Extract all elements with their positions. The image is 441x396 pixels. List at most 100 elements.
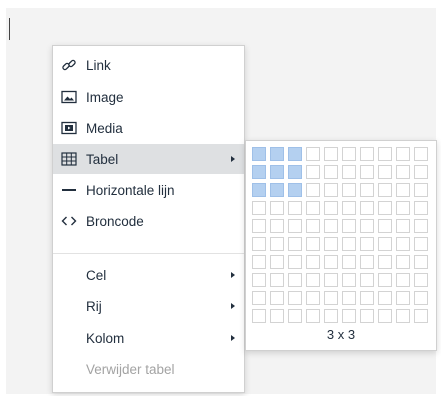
table-grid-cell[interactable] <box>288 273 302 287</box>
table-grid-cell[interactable] <box>306 255 320 269</box>
table-grid-cell[interactable] <box>378 165 392 179</box>
table-grid-cell[interactable] <box>414 183 428 197</box>
table-grid-cell[interactable] <box>252 201 266 215</box>
table-grid-cell[interactable] <box>360 291 374 305</box>
table-grid-cell[interactable] <box>306 219 320 233</box>
table-grid-cell[interactable] <box>414 165 428 179</box>
table-grid-cell[interactable] <box>342 291 356 305</box>
table-grid-cell[interactable] <box>270 147 284 161</box>
table-grid-cell[interactable] <box>306 147 320 161</box>
table-grid-cell[interactable] <box>324 309 338 323</box>
table-grid-cell[interactable] <box>342 147 356 161</box>
table-grid-cell[interactable] <box>360 255 374 269</box>
table-grid-cell[interactable] <box>324 219 338 233</box>
table-grid-cell[interactable] <box>288 219 302 233</box>
table-grid-cell[interactable] <box>324 183 338 197</box>
table-grid-cell[interactable] <box>378 309 392 323</box>
table-grid-cell[interactable] <box>396 165 410 179</box>
table-grid-cell[interactable] <box>288 237 302 251</box>
table-grid-cell[interactable] <box>324 291 338 305</box>
menu-item-table[interactable]: Tabel <box>53 144 244 174</box>
table-grid-cell[interactable] <box>324 165 338 179</box>
table-grid-cell[interactable] <box>378 219 392 233</box>
table-grid-cell[interactable] <box>252 219 266 233</box>
table-grid-cell[interactable] <box>342 183 356 197</box>
table-grid-cell[interactable] <box>360 165 374 179</box>
table-grid-cell[interactable] <box>414 147 428 161</box>
menu-item-image[interactable]: Image <box>53 82 244 112</box>
menu-item-media[interactable]: Media <box>53 113 244 143</box>
table-grid-cell[interactable] <box>360 309 374 323</box>
table-grid-cell[interactable] <box>288 291 302 305</box>
table-grid-cell[interactable] <box>270 201 284 215</box>
table-grid-cell[interactable] <box>252 291 266 305</box>
table-grid-cell[interactable] <box>396 237 410 251</box>
table-grid-cell[interactable] <box>414 291 428 305</box>
table-grid-cell[interactable] <box>378 147 392 161</box>
table-grid-cell[interactable] <box>324 201 338 215</box>
table-grid-cell[interactable] <box>360 273 374 287</box>
table-grid-cell[interactable] <box>396 273 410 287</box>
table-grid-cell[interactable] <box>396 219 410 233</box>
table-grid-cell[interactable] <box>342 309 356 323</box>
table-grid-cell[interactable] <box>378 291 392 305</box>
menu-item-column[interactable]: Kolom <box>53 323 244 353</box>
table-grid-cell[interactable] <box>396 309 410 323</box>
table-grid-cell[interactable] <box>270 165 284 179</box>
table-grid-cell[interactable] <box>360 147 374 161</box>
table-grid-cell[interactable] <box>252 309 266 323</box>
table-grid-cell[interactable] <box>270 309 284 323</box>
table-grid-cell[interactable] <box>306 237 320 251</box>
menu-item-row[interactable]: Rij <box>53 291 244 321</box>
table-grid-cell[interactable] <box>324 147 338 161</box>
table-grid-cell[interactable] <box>378 183 392 197</box>
table-grid-cell[interactable] <box>396 183 410 197</box>
table-grid-cell[interactable] <box>288 165 302 179</box>
table-grid-cell[interactable] <box>306 273 320 287</box>
table-grid-cell[interactable] <box>396 255 410 269</box>
table-grid-cell[interactable] <box>360 219 374 233</box>
table-grid-cell[interactable] <box>360 201 374 215</box>
table-grid-cell[interactable] <box>414 237 428 251</box>
table-grid-cell[interactable] <box>324 237 338 251</box>
table-grid-cell[interactable] <box>288 309 302 323</box>
table-grid-cell[interactable] <box>270 183 284 197</box>
table-grid-cell[interactable] <box>306 201 320 215</box>
table-grid-cell[interactable] <box>378 255 392 269</box>
menu-item-horizontal-line[interactable]: Horizontale lijn <box>53 175 244 205</box>
menu-item-source-code[interactable]: Broncode <box>53 206 244 236</box>
table-grid-cell[interactable] <box>360 237 374 251</box>
table-grid-cell[interactable] <box>414 273 428 287</box>
table-grid-cell[interactable] <box>324 255 338 269</box>
table-grid-cell[interactable] <box>288 183 302 197</box>
table-grid-cell[interactable] <box>342 237 356 251</box>
table-grid-cell[interactable] <box>342 273 356 287</box>
table-grid-cell[interactable] <box>414 309 428 323</box>
table-grid-cell[interactable] <box>378 201 392 215</box>
table-grid-cell[interactable] <box>288 147 302 161</box>
table-grid-cell[interactable] <box>252 183 266 197</box>
table-grid-cell[interactable] <box>306 291 320 305</box>
table-grid-cell[interactable] <box>396 147 410 161</box>
table-grid-cell[interactable] <box>414 201 428 215</box>
table-grid-cell[interactable] <box>270 291 284 305</box>
table-grid-cell[interactable] <box>306 183 320 197</box>
table-grid-cell[interactable] <box>252 273 266 287</box>
table-grid-cell[interactable] <box>270 237 284 251</box>
table-grid-cell[interactable] <box>342 165 356 179</box>
table-grid-cell[interactable] <box>414 255 428 269</box>
table-grid-cell[interactable] <box>342 219 356 233</box>
table-grid-cell[interactable] <box>306 309 320 323</box>
table-grid-cell[interactable] <box>270 255 284 269</box>
table-grid-cell[interactable] <box>252 237 266 251</box>
menu-item-cell[interactable]: Cel <box>53 260 244 290</box>
table-grid-cell[interactable] <box>270 219 284 233</box>
menu-item-link[interactable]: Link <box>53 50 244 80</box>
table-grid-cell[interactable] <box>270 273 284 287</box>
table-grid-cell[interactable] <box>252 165 266 179</box>
table-grid-cell[interactable] <box>252 147 266 161</box>
table-grid-cell[interactable] <box>378 273 392 287</box>
table-grid-cell[interactable] <box>342 201 356 215</box>
table-grid-cell[interactable] <box>306 165 320 179</box>
table-grid-cell[interactable] <box>288 201 302 215</box>
